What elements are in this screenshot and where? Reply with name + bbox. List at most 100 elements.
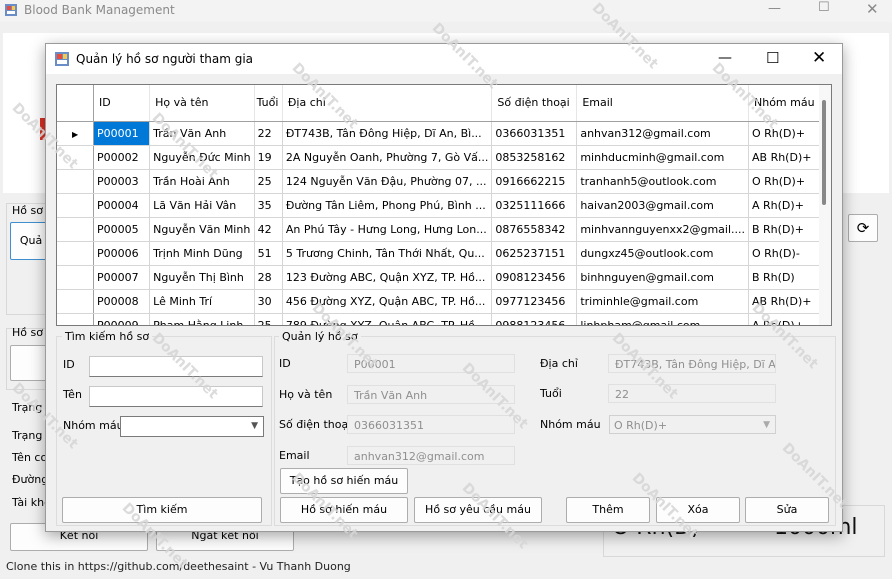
cell-age[interactable]: 28 (254, 265, 283, 290)
manage-address-field[interactable]: ĐT743B, Tân Đông Hiệp, Dĩ An, (608, 354, 776, 373)
table-row[interactable]: P00002 Nguyễn Đức Minh 19 2A Nguyễn Oanh, P… (57, 145, 831, 170)
cell-address[interactable]: Đường Tân Liêm, Phong Phú, Bình ... (282, 193, 493, 218)
cell-age[interactable]: 42 (254, 217, 283, 242)
cell-id[interactable]: P00005 (93, 217, 151, 242)
table-row[interactable]: P00006 Trịnh Minh Dũng 51 5 Trương Chinh, T… (57, 241, 831, 266)
cell-age[interactable]: 22 (254, 121, 283, 146)
manage-email-field[interactable]: anhvan312@gmail.com (347, 446, 515, 465)
cell-address[interactable]: ĐT743B, Tân Đông Hiệp, Dĩ An, Bì... (282, 121, 493, 146)
cell-name[interactable]: Nguyễn Thị Bình (149, 265, 255, 290)
manage-phone-field[interactable]: 0366031351 (347, 415, 515, 434)
edit-button[interactable]: Sửa (745, 497, 829, 523)
table-row[interactable]: P00008 Lê Minh Trí 30 456 Đường XYZ, Quận A… (57, 289, 831, 314)
cell-address[interactable]: 789 Đường XYZ, Quận ABC, TP. Hồ... (282, 313, 493, 325)
cell-id[interactable]: P00004 (93, 193, 151, 218)
row-header[interactable] (57, 217, 95, 242)
cell-id[interactable]: P00002 (93, 145, 151, 170)
cell-name[interactable]: Nguyễn Văn Minh (149, 217, 255, 242)
cell-email[interactable]: minhducminh@gmail.com (576, 145, 749, 170)
minimize-icon[interactable]: — (768, 1, 781, 16)
dialog-maximize-icon[interactable]: ☐ (766, 49, 779, 67)
row-header[interactable] (57, 313, 95, 325)
table-row[interactable]: P00005 Nguyễn Văn Minh 42 An Phú Tây - Hưng… (57, 217, 831, 242)
cell-email[interactable]: triminhle@gmail.com (576, 289, 749, 314)
cell-id[interactable]: P00006 (93, 241, 151, 266)
manage-age-field[interactable]: 22 (608, 384, 776, 403)
cell-phone[interactable]: 0988123456 (491, 313, 578, 325)
cell-email[interactable]: binhnguyen@gmail.com (576, 265, 749, 290)
cell-phone[interactable]: 0325111666 (491, 193, 578, 218)
dialog-minimize-icon[interactable]: — (718, 50, 732, 66)
manage-blood-select[interactable]: O Rh(D)+ ▼ (609, 415, 776, 434)
cell-age[interactable]: 35 (254, 193, 283, 218)
participants-grid[interactable]: ID Họ và tên Tuổi Địa chỉ Số điện thoại … (56, 84, 832, 326)
cell-age[interactable]: 30 (254, 289, 283, 314)
cell-phone[interactable]: 0366031351 (491, 121, 578, 146)
refresh-button[interactable]: ⟳ (848, 214, 878, 242)
cell-age[interactable]: 19 (254, 145, 283, 170)
cell-address[interactable]: 5 Trương Chinh, Tân Thới Nhất, Qu... (282, 241, 493, 266)
cell-age[interactable]: 25 (254, 313, 283, 325)
row-header[interactable] (57, 241, 95, 266)
manage-name-field[interactable]: Trần Văn Anh (347, 385, 515, 404)
search-blood-select[interactable]: ▼ (120, 416, 264, 437)
cell-age[interactable]: 25 (254, 169, 283, 194)
create-donation-record-button[interactable]: Tạo hồ sơ hiến máu (280, 468, 408, 494)
cell-email[interactable]: dungxz45@outlook.com (576, 241, 749, 266)
cell-email[interactable]: haivan2003@gmail.com (576, 193, 749, 218)
cell-email[interactable]: minhvannguyenxx2@gmail.... (576, 217, 749, 242)
cell-address[interactable]: 2A Nguyễn Oanh, Phường 7, Gò Vấ... (282, 145, 493, 170)
column-header-email[interactable]: Email (576, 85, 749, 122)
table-row[interactable]: P00009 Phạm Hằng Linh 25 789 Đường XYZ, Quậ… (57, 313, 831, 325)
table-row[interactable]: P00007 Nguyễn Thị Bình 28 123 Đường ABC, Qu… (57, 265, 831, 290)
row-header[interactable] (57, 169, 95, 194)
table-row[interactable]: P00004 Lã Văn Hải Vân 35 Đường Tân Liêm, Ph… (57, 193, 831, 218)
column-header-address[interactable]: Địa chỉ (282, 85, 493, 122)
cell-address[interactable]: 123 Đường ABC, Quận XYZ, TP. Hồ... (282, 265, 493, 290)
cell-phone[interactable]: 0916662215 (491, 169, 578, 194)
cell-phone[interactable]: 0908123456 (491, 265, 578, 290)
cell-name[interactable]: Nguyễn Đức Minh (149, 145, 255, 170)
search-name-input[interactable] (89, 386, 263, 407)
cell-address[interactable]: An Phú Tây - Hưng Long, Hưng Lon... (282, 217, 493, 242)
row-header[interactable]: ▶ (57, 121, 95, 146)
cell-address[interactable]: 456 Đường XYZ, Quận ABC, TP. Hồ... (282, 289, 493, 314)
grid-scroll-thumb[interactable] (822, 100, 826, 205)
column-header-name[interactable]: Họ và tên (149, 85, 255, 122)
cell-id[interactable]: P00007 (93, 265, 151, 290)
column-header-phone[interactable]: Số điện thoại (491, 85, 578, 122)
cell-name[interactable]: Trịnh Minh Dũng (149, 241, 255, 266)
table-row[interactable]: ▶ P00001 Trần Văn Anh 22 ĐT743B, Tân Đông Hi… (57, 121, 831, 146)
search-button[interactable]: Tìm kiếm (62, 497, 262, 523)
cell-name[interactable]: Trần Hoài Anh (149, 169, 255, 194)
cell-phone[interactable]: 0876558342 (491, 217, 578, 242)
cell-email[interactable]: tranhanh5@outlook.com (576, 169, 749, 194)
cell-age[interactable]: 51 (254, 241, 283, 266)
table-row[interactable]: P00003 Trần Hoài Anh 25 124 Nguyễn Văn Đậu,… (57, 169, 831, 194)
add-button[interactable]: Thêm (566, 497, 650, 523)
row-header[interactable] (57, 265, 95, 290)
maximize-icon[interactable]: ☐ (818, 0, 830, 15)
cell-email[interactable]: anhvan312@gmail.com (576, 121, 749, 146)
column-header-age[interactable]: Tuổi (254, 85, 283, 122)
cell-email[interactable]: linhpham@gmail.com (576, 313, 749, 325)
cell-id[interactable]: P00003 (93, 169, 151, 194)
cell-name[interactable]: Lê Minh Trí (149, 289, 255, 314)
cell-address[interactable]: 124 Nguyễn Văn Đậu, Phường 07, ... (282, 169, 493, 194)
cell-phone[interactable]: 0977123456 (491, 289, 578, 314)
donation-records-button[interactable]: Hồ sơ hiến máu (280, 497, 408, 523)
row-header[interactable] (57, 193, 95, 218)
blood-request-records-button[interactable]: Hồ sơ yêu cầu máu (414, 497, 542, 523)
close-icon[interactable]: ✕ (866, 0, 879, 18)
manage-id-field[interactable]: P00001 (347, 354, 515, 373)
cell-phone[interactable]: 0625237151 (491, 241, 578, 266)
search-id-input[interactable] (89, 356, 263, 377)
cell-name[interactable]: Phạm Hằng Linh (149, 313, 255, 325)
row-header[interactable] (57, 145, 95, 170)
cell-id[interactable]: P00009 (93, 313, 151, 325)
row-header[interactable] (57, 289, 95, 314)
delete-button[interactable]: Xóa (656, 497, 740, 523)
cell-phone[interactable]: 0853258162 (491, 145, 578, 170)
cell-id[interactable]: P00008 (93, 289, 151, 314)
cell-id[interactable]: P00001 (93, 121, 151, 146)
